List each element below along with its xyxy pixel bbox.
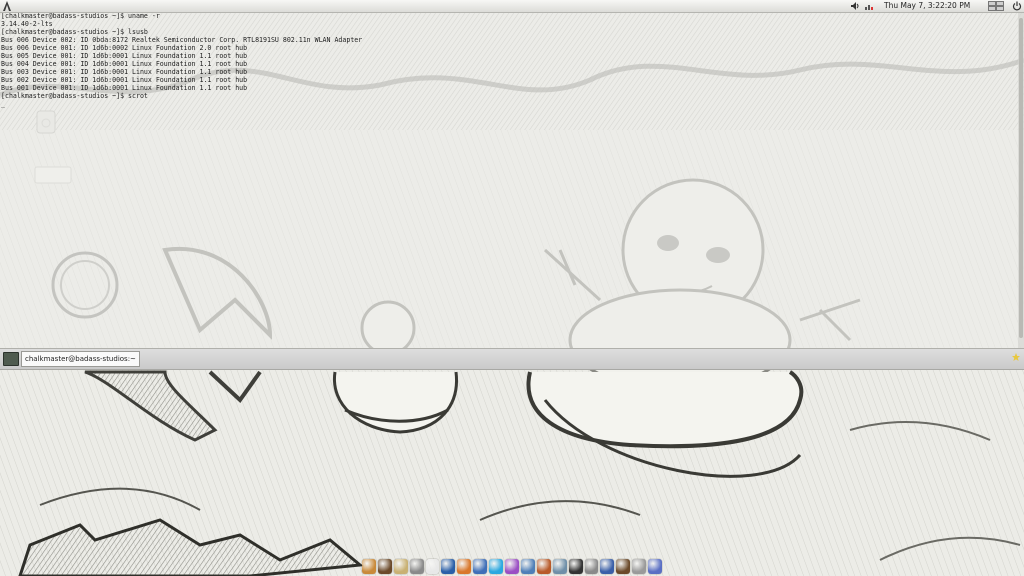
- scrollbar-thumb[interactable]: [1019, 18, 1023, 338]
- disc-icon[interactable]: [568, 558, 583, 574]
- power-icon[interactable]: [1012, 1, 1022, 11]
- app-store-icon[interactable]: [473, 558, 488, 574]
- inkscape-icon[interactable]: [409, 558, 424, 574]
- terminal-line: Bus 006 Device 002: ID 0bda:8172 Realtek…: [1, 36, 363, 44]
- terminal-icon[interactable]: [616, 558, 631, 574]
- gimp-icon[interactable]: [377, 558, 392, 574]
- top-panel: Thu May 7, 3:22:20 PM: [0, 0, 1024, 13]
- notes-icon[interactable]: [393, 558, 408, 574]
- distro-logo-icon[interactable]: [2, 0, 12, 12]
- terminal-line: [chalkmaster@badass-studios ~]$ scrot: [1, 92, 148, 100]
- terminal-line: Bus 006 Device 001: ID 1d6b:0002 Linux F…: [1, 44, 248, 52]
- skype-icon[interactable]: [489, 558, 504, 574]
- photos-icon[interactable]: [520, 558, 535, 574]
- game-icon[interactable]: [648, 558, 662, 574]
- clock[interactable]: Thu May 7, 3:22:20 PM: [884, 1, 970, 10]
- network-icon[interactable]: [864, 1, 874, 11]
- terminal-window[interactable]: [chalkmaster@badass-studios ~]$ uname -r…: [0, 12, 1024, 348]
- thunderbird-icon[interactable]: [441, 558, 456, 574]
- workspace-switcher-icon[interactable]: [988, 1, 1004, 11]
- terminal-line: Bus 004 Device 001: ID 1d6b:0001 Linux F…: [1, 60, 248, 68]
- itunes-icon[interactable]: [505, 558, 519, 574]
- steam-icon[interactable]: [552, 558, 567, 574]
- terminal-tab-bar: chalkmaster@badass-studios:~: [0, 348, 1024, 370]
- terminal-line: _: [1, 100, 5, 108]
- mixer-icon[interactable]: [536, 558, 551, 574]
- vlc-icon[interactable]: [425, 558, 440, 574]
- terminal-line: Bus 005 Device 001: ID 1d6b:0001 Linux F…: [1, 52, 248, 60]
- volume-icon[interactable]: [850, 1, 860, 11]
- search-icon[interactable]: [584, 558, 599, 574]
- terminal-line: Bus 002 Device 001: ID 1d6b:0001 Linux F…: [1, 76, 248, 84]
- terminal-line: [chalkmaster@badass-studios ~]$ lsusb: [1, 28, 148, 36]
- terminal-output[interactable]: [chalkmaster@badass-studios ~]$ uname -r…: [1, 12, 362, 108]
- terminal-icon[interactable]: [3, 352, 19, 366]
- firefox-icon[interactable]: [457, 558, 472, 574]
- terminal-tab[interactable]: chalkmaster@badass-studios:~: [21, 351, 140, 367]
- star-icon[interactable]: [1011, 352, 1021, 362]
- terminal-line: Bus 001 Device 001: ID 1d6b:0001 Linux F…: [1, 84, 248, 92]
- terminal-line: 3.14.40-2-lts: [1, 20, 53, 28]
- printer-icon[interactable]: [632, 558, 647, 574]
- text-editor-icon[interactable]: [362, 558, 376, 574]
- dock: [362, 556, 662, 576]
- terminal-scrollbar[interactable]: [1018, 12, 1024, 348]
- music-icon[interactable]: [600, 558, 615, 574]
- terminal-line: [chalkmaster@badass-studios ~]$ uname -r: [1, 12, 160, 20]
- terminal-line: Bus 003 Device 001: ID 1d6b:0001 Linux F…: [1, 68, 248, 76]
